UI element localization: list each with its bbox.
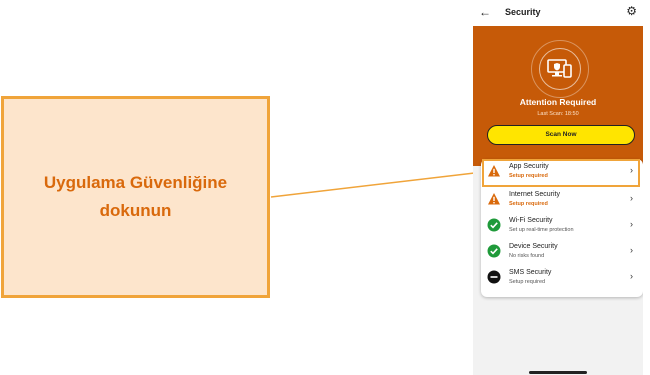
security-status-title: Attention Required bbox=[519, 97, 597, 107]
item-status: Set up real-time protection bbox=[509, 227, 574, 233]
last-scan-text: Last Scan: 18:50 bbox=[537, 111, 579, 117]
item-label: Internet Security bbox=[509, 191, 560, 198]
highlight-box bbox=[482, 159, 640, 187]
item-label: Wi-Fi Security bbox=[509, 217, 553, 224]
item-status: No risks found bbox=[509, 253, 545, 259]
item-status: Setup required bbox=[509, 279, 546, 285]
devices-shield-icon bbox=[547, 59, 572, 78]
gear-icon[interactable]: ⚙ bbox=[626, 4, 637, 18]
list-item-app-security[interactable]: App Security Setup required › bbox=[481, 159, 643, 187]
check-icon bbox=[487, 218, 501, 232]
chevron-right-icon: › bbox=[630, 165, 633, 175]
check-icon bbox=[487, 244, 501, 258]
app-top-bar: ← Security ⚙ bbox=[473, 0, 643, 26]
security-status-panel: Attention Required Last Scan: 18:50 Scan… bbox=[473, 26, 643, 166]
home-indicator bbox=[529, 371, 587, 374]
scan-now-button[interactable]: Scan Now bbox=[487, 125, 635, 145]
phone-screen: ← Security ⚙ Attention Required Last Sca… bbox=[473, 0, 643, 375]
item-status: Setup required bbox=[509, 173, 548, 179]
item-label: SMS Security bbox=[509, 269, 552, 276]
list-item-sms-security[interactable]: SMS Security Setup required › bbox=[481, 265, 643, 291]
warning-icon bbox=[488, 193, 500, 205]
list-item-wifi-security[interactable]: Wi-Fi Security Set up real-time protecti… bbox=[481, 213, 643, 239]
item-label: Device Security bbox=[509, 243, 558, 250]
security-items-list: App Security Setup required › Internet S… bbox=[481, 159, 643, 297]
item-label: App Security bbox=[509, 163, 549, 170]
chevron-right-icon: › bbox=[630, 271, 633, 281]
page-title: Security bbox=[505, 7, 541, 17]
item-status: Setup required bbox=[509, 201, 548, 207]
warning-icon bbox=[488, 165, 500, 177]
chevron-right-icon: › bbox=[630, 193, 633, 203]
arrow-left-icon[interactable]: ← bbox=[479, 5, 491, 19]
list-item-internet-security[interactable]: Internet Security Setup required › bbox=[481, 187, 643, 213]
chevron-right-icon: › bbox=[630, 219, 633, 229]
disabled-icon bbox=[487, 270, 501, 284]
list-item-device-security[interactable]: Device Security No risks found › bbox=[481, 239, 643, 265]
chevron-right-icon: › bbox=[630, 245, 633, 255]
